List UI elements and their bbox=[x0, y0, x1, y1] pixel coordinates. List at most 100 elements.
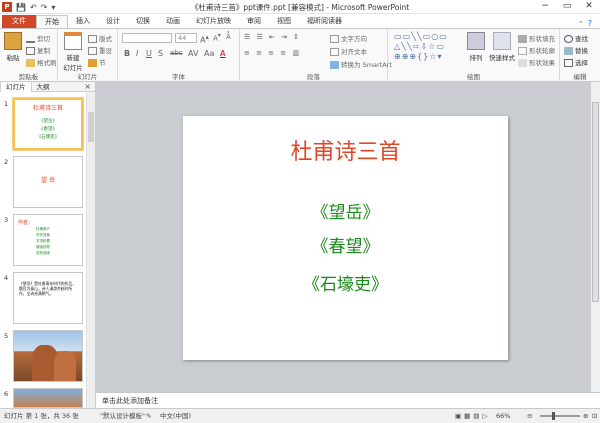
quick-styles-button[interactable]: 快速样式 bbox=[489, 32, 515, 62]
tab-foxit[interactable]: 福昕阅读器 bbox=[299, 15, 350, 28]
thumbnails-scrollbar[interactable] bbox=[86, 92, 95, 408]
tab-animations[interactable]: 动画 bbox=[158, 15, 188, 28]
select-button[interactable]: 选择 bbox=[564, 57, 588, 67]
status-bar: 幻灯片 第 1 张，共 36 张 "默认设计模板" ✎ 中文(中国) ▣▦▤▷ … bbox=[0, 408, 600, 423]
tab-slideshow[interactable]: 幻灯片放映 bbox=[188, 15, 239, 28]
slide[interactable]: 杜甫诗三首 《望岳》 《春望》 《石壕吏》 bbox=[183, 116, 508, 360]
arrange-icon bbox=[467, 32, 485, 50]
replace-icon bbox=[564, 47, 573, 55]
spellcheck-icon[interactable]: ✎ bbox=[146, 409, 151, 423]
tab-design[interactable]: 设计 bbox=[98, 15, 128, 28]
canvas-scrollbar[interactable] bbox=[590, 82, 600, 392]
section-icon bbox=[88, 59, 97, 67]
section-button[interactable]: 节 bbox=[88, 57, 106, 67]
slide-title[interactable]: 杜甫诗三首 bbox=[183, 134, 508, 166]
text-direction-button[interactable]: 文字方向 bbox=[330, 33, 367, 43]
font-color-icon[interactable]: A bbox=[220, 49, 225, 58]
format-painter-button[interactable]: 格式刷 bbox=[26, 57, 57, 67]
list-buttons[interactable]: ☰ ☰ ⇤ ⇥ ↕ bbox=[244, 33, 301, 41]
view-buttons[interactable]: ▣▦▤▷ bbox=[455, 409, 490, 423]
paste-button[interactable]: 粘贴 bbox=[3, 32, 23, 62]
font-name-select[interactable] bbox=[122, 33, 172, 43]
underline-button[interactable]: U bbox=[146, 49, 152, 58]
smartart-icon bbox=[330, 61, 339, 69]
clear-format-icon[interactable]: Aͯ bbox=[226, 33, 231, 41]
thumb-number: 6 bbox=[4, 390, 9, 398]
zoom-in-icon[interactable]: ⊕ bbox=[583, 409, 588, 423]
close-icon[interactable]: × bbox=[84, 82, 91, 92]
change-case-icon[interactable]: Aa bbox=[204, 49, 214, 58]
slide-thumbnail-5[interactable] bbox=[13, 330, 83, 382]
thumb-number: 5 bbox=[4, 332, 9, 340]
shape-fill-button[interactable]: 形状填充 bbox=[518, 33, 555, 43]
shadow-button[interactable]: S bbox=[158, 49, 163, 58]
char-spacing-icon[interactable]: AV bbox=[188, 49, 198, 58]
tab-file[interactable]: 文件 bbox=[2, 15, 36, 28]
tab-insert[interactable]: 插入 bbox=[68, 15, 98, 28]
theme-name[interactable]: "默认设计模板" bbox=[100, 409, 145, 423]
zoom-level[interactable]: 66% bbox=[496, 409, 510, 423]
tab-outline[interactable]: 大纲 bbox=[32, 82, 55, 92]
copy-button[interactable]: 复制 bbox=[26, 45, 50, 55]
slides-group: 新建 幻灯片 版式 重设 节 幻灯片 bbox=[58, 29, 118, 82]
new-slide-button[interactable]: 新建 幻灯片 bbox=[61, 32, 85, 72]
slide-thumbnail-3[interactable]: 作者： 杜甫简介 写作背景 字词积累 朗读指导 赏析品味 bbox=[13, 214, 83, 266]
thumb-text: 《望岳》是杜甫青年时代的作品，题目为泰山，诗人漫游齐赵时所作，全诗充满朝气。 bbox=[19, 281, 76, 296]
thumb-item: 《石壕吏》 bbox=[36, 135, 60, 140]
slide-thumbnail-2[interactable]: 望 岳 bbox=[13, 156, 83, 208]
zoom-out-icon[interactable]: ⊖ bbox=[527, 409, 532, 423]
tab-review[interactable]: 审阅 bbox=[239, 15, 269, 28]
grow-font-icon[interactable]: A▴ bbox=[200, 33, 209, 45]
slide-thumbnail-4[interactable]: 《望岳》是杜甫青年时代的作品，题目为泰山，诗人漫游齐赵时所作，全诗充满朝气。 bbox=[13, 272, 83, 324]
shrink-font-icon[interactable]: A▾ bbox=[213, 33, 221, 42]
tab-view[interactable]: 视图 bbox=[269, 15, 299, 28]
language[interactable]: 中文(中国) bbox=[160, 409, 191, 423]
scrollbar-thumb[interactable] bbox=[592, 102, 599, 302]
zoom-slider-knob[interactable] bbox=[552, 412, 555, 420]
slide-item[interactable]: 《望岳》 bbox=[183, 198, 508, 223]
bold-button[interactable]: B bbox=[124, 49, 130, 58]
paste-icon bbox=[4, 32, 22, 50]
shape-outline-button[interactable]: 形状轮廓 bbox=[518, 45, 555, 55]
group-label: 段落 bbox=[307, 73, 320, 81]
slide-item[interactable]: 《春望》 bbox=[183, 232, 508, 257]
fill-icon bbox=[518, 35, 527, 43]
find-icon bbox=[564, 35, 573, 43]
scissors-icon bbox=[26, 35, 35, 43]
arrange-button[interactable]: 排列 bbox=[464, 32, 488, 62]
shape-effects-button[interactable]: 形状效果 bbox=[518, 57, 555, 67]
drawing-group: ▭▭╲╲▭○▭ △╲╲⇨⇩☆▭ ⊕⊕⊕{}☆▾ 排列 快速样式 形状填充 形状轮廓 … bbox=[388, 29, 560, 82]
slide-thumbnail-6[interactable] bbox=[13, 388, 83, 408]
italic-button[interactable]: I bbox=[136, 49, 138, 58]
tab-slides[interactable]: 幻灯片 bbox=[0, 81, 32, 92]
reset-button[interactable]: 重设 bbox=[88, 45, 112, 55]
smartart-button[interactable]: 转换为 SmartArt bbox=[330, 59, 392, 69]
slide-thumbnail-1[interactable]: 杜甫诗三首 《望岳》 《春望》 《石壕吏》 bbox=[13, 98, 83, 150]
fit-window-icon[interactable]: ⊡ bbox=[592, 409, 597, 423]
font-size-select[interactable]: 44 bbox=[175, 33, 197, 43]
slide-item[interactable]: 《石壕吏》 bbox=[183, 270, 508, 295]
align-buttons[interactable]: ≡ ≡ ≡ ≡ ▥ bbox=[244, 49, 301, 57]
tab-home[interactable]: 开始 bbox=[36, 15, 68, 28]
close-icon[interactable]: ✕ bbox=[578, 0, 600, 13]
tab-transitions[interactable]: 切换 bbox=[128, 15, 158, 28]
align-text-button[interactable]: 对齐文本 bbox=[330, 46, 367, 56]
cut-button[interactable]: 剪切 bbox=[26, 33, 50, 43]
select-icon bbox=[564, 59, 573, 67]
font-group: 44 A▴ A▾ Aͯ B I U S abc AV Aa A 字体 bbox=[118, 29, 240, 82]
minimize-icon[interactable]: − bbox=[534, 0, 556, 13]
shapes-gallery[interactable]: ▭▭╲╲▭○▭ △╲╲⇨⇩☆▭ ⊕⊕⊕{}☆▾ bbox=[394, 32, 448, 62]
layout-button[interactable]: 版式 bbox=[88, 33, 112, 43]
minimize-ribbon-icon[interactable]: ⌃ bbox=[578, 20, 584, 28]
strikethrough-button[interactable]: abc bbox=[170, 49, 183, 57]
replace-button[interactable]: 替换 bbox=[564, 45, 588, 55]
zoom-slider[interactable] bbox=[540, 415, 580, 417]
group-label: 编辑 bbox=[573, 73, 587, 81]
notes-pane[interactable]: 单击此处添加备注 bbox=[96, 392, 600, 408]
scrollbar-thumb[interactable] bbox=[88, 112, 94, 142]
outline-icon bbox=[518, 47, 527, 55]
help-icon[interactable]: ? bbox=[588, 19, 592, 28]
restore-icon[interactable]: ▭ bbox=[556, 0, 578, 13]
find-button[interactable]: 查找 bbox=[564, 33, 588, 43]
group-label: 幻灯片 bbox=[77, 73, 98, 81]
